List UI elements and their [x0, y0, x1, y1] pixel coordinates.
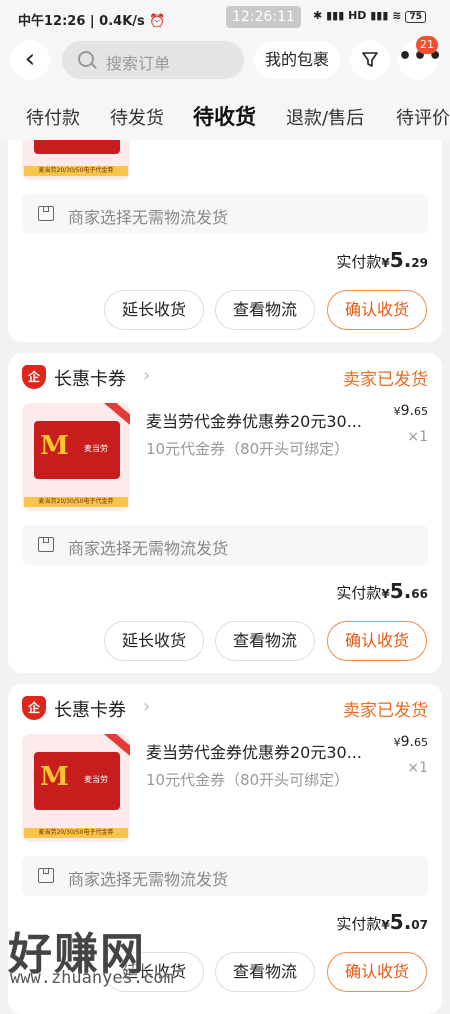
order-card: 企 长惠卡券 › 卖家已发货 M 麦当劳 麦当劳20/30/50电子代金券 麦当劳…	[8, 353, 442, 673]
shop-name: 长惠卡券	[54, 369, 126, 390]
filter-button[interactable]	[350, 40, 390, 80]
card-brand-mark: 麦当劳	[84, 775, 108, 784]
price-currency: ¥	[393, 736, 401, 749]
package-icon	[38, 537, 54, 552]
search-input[interactable]: 搜索订单	[62, 41, 244, 79]
mcdonalds-logo-icon: M	[40, 762, 69, 792]
shipping-note-text: 商家选择无需物流发货	[68, 870, 229, 889]
search-row: ‹ 搜索订单 我的包裹 ••• 21	[0, 36, 450, 82]
search-icon	[78, 51, 94, 67]
paid-label: 实付款	[336, 915, 382, 933]
tab-pending-receipt[interactable]: 待收货	[193, 101, 256, 131]
paid-int: 5.	[389, 579, 412, 603]
price-dec: 65	[414, 405, 428, 418]
my-package-button[interactable]: 我的包裹	[254, 41, 340, 79]
extend-receipt-button[interactable]: 延长收货	[104, 290, 204, 330]
price-currency: ¥	[393, 405, 401, 418]
back-button[interactable]: ‹	[10, 40, 50, 80]
product-price: ¥9.65	[394, 734, 428, 750]
signal-wifi-icons: ✱ ▮▮▮ HD ▮▮▮ ≋	[313, 9, 402, 22]
paid-dec: 66	[411, 587, 428, 601]
search-placeholder: 搜索订单	[106, 54, 171, 73]
paid-int: 5.	[389, 910, 412, 934]
voucher-card-image: M 麦当劳	[34, 752, 120, 810]
paid-int: 5.	[389, 248, 412, 272]
price-dec: 65	[414, 736, 428, 749]
extend-receipt-button[interactable]: 延长收货	[104, 621, 204, 661]
product-title[interactable]: 麦当劳代金券优惠券20元30...	[146, 408, 362, 432]
chevron-left-icon: ‹	[24, 44, 36, 74]
order-tabs: 待付款 待发货 待收货 退款/售后 待评价	[0, 92, 450, 140]
tab-pending-payment[interactable]: 待付款	[26, 104, 80, 130]
paid-amount: 实付款¥5.07	[336, 910, 428, 934]
image-tag: 麦当劳20/30/50电子代金券	[24, 166, 128, 176]
shop-logo-icon: 企	[22, 696, 46, 720]
paid-currency: ¥	[381, 918, 390, 932]
product-image[interactable]: M 麦当劳 麦当劳20/30/50电子代金券	[22, 734, 130, 842]
chevron-right-icon: ›	[143, 365, 151, 386]
paid-amount: 实付款¥5.66	[336, 579, 428, 603]
paid-label: 实付款	[336, 253, 382, 271]
product-title[interactable]: 麦当劳代金券优惠券20元30...	[146, 739, 362, 763]
extend-receipt-button[interactable]: 延长收货	[104, 952, 204, 992]
confirm-receipt-button[interactable]: 确认收货	[327, 952, 427, 992]
confirm-receipt-button[interactable]: 确认收货	[327, 290, 427, 330]
product-image[interactable]: M 麦当劳 麦当劳20/30/50电子代金券	[22, 403, 130, 511]
order-status: 卖家已发货	[343, 701, 428, 721]
order-status: 卖家已发货	[343, 370, 428, 390]
status-right: ✱ ▮▮▮ HD ▮▮▮ ≋ 75	[313, 9, 426, 23]
price-int: 9.	[400, 734, 414, 750]
product-price: ¥9.65	[394, 403, 428, 419]
tab-refund-aftersale[interactable]: 退款/售后	[286, 104, 364, 130]
voucher-card-image: M 麦当劳	[34, 421, 120, 479]
tab-pending-review[interactable]: 待评价	[396, 104, 450, 130]
paid-currency: ¥	[381, 256, 390, 270]
paid-dec: 29	[411, 256, 428, 270]
price-int: 9.	[400, 403, 414, 419]
paid-dec: 07	[411, 918, 428, 932]
battery-icon: 75	[405, 11, 426, 23]
tab-pending-shipment[interactable]: 待发货	[110, 104, 164, 130]
product-variant: 10元代金券（80开头可绑定）	[146, 440, 350, 458]
product-quantity: ×1	[407, 429, 428, 445]
filter-icon	[362, 52, 378, 67]
shipping-note: 商家选择无需物流发货	[22, 856, 428, 896]
product-variant: 10元代金券（80开头可绑定）	[146, 771, 350, 789]
view-logistics-button[interactable]: 查看物流	[215, 290, 315, 330]
package-icon	[38, 868, 54, 883]
chevron-right-icon: ›	[143, 696, 151, 717]
status-time: 12:26:11	[226, 6, 301, 28]
package-icon	[38, 206, 54, 221]
product-quantity: ×1	[407, 760, 428, 776]
shipping-note: 商家选择无需物流发货	[22, 525, 428, 565]
shipping-note: 商家选择无需物流发货	[22, 194, 428, 234]
shipping-note-text: 商家选择无需物流发货	[68, 208, 229, 227]
shipping-note-text: 商家选择无需物流发货	[68, 539, 229, 558]
notification-badge: 21	[416, 36, 438, 54]
paid-currency: ¥	[381, 587, 390, 601]
paid-amount: 实付款¥5.29	[336, 248, 428, 272]
mcdonalds-logo-icon: M	[40, 431, 69, 461]
shop-name: 长惠卡券	[54, 700, 126, 721]
card-brand-mark: 麦当劳	[84, 444, 108, 453]
status-left: 中午12:26 | 0.4K/s ⏰	[18, 14, 166, 29]
image-tag: 麦当劳20/30/50电子代金券	[24, 497, 128, 507]
image-tag: 麦当劳20/30/50电子代金券	[24, 828, 128, 838]
view-logistics-button[interactable]: 查看物流	[215, 952, 315, 992]
view-logistics-button[interactable]: 查看物流	[215, 621, 315, 661]
confirm-receipt-button[interactable]: 确认收货	[327, 621, 427, 661]
top-bar: 中午12:26 | 0.4K/s ⏰ 12:26:11 ✱ ▮▮▮ HD ▮▮▮…	[0, 0, 450, 140]
status-bar: 中午12:26 | 0.4K/s ⏰ 12:26:11 ✱ ▮▮▮ HD ▮▮▮…	[0, 0, 450, 38]
order-card: 企 长惠卡券 › 卖家已发货 M 麦当劳 麦当劳20/30/50电子代金券 麦当劳…	[8, 684, 442, 1014]
shop-logo-icon: 企	[22, 365, 46, 389]
paid-label: 实付款	[336, 584, 382, 602]
